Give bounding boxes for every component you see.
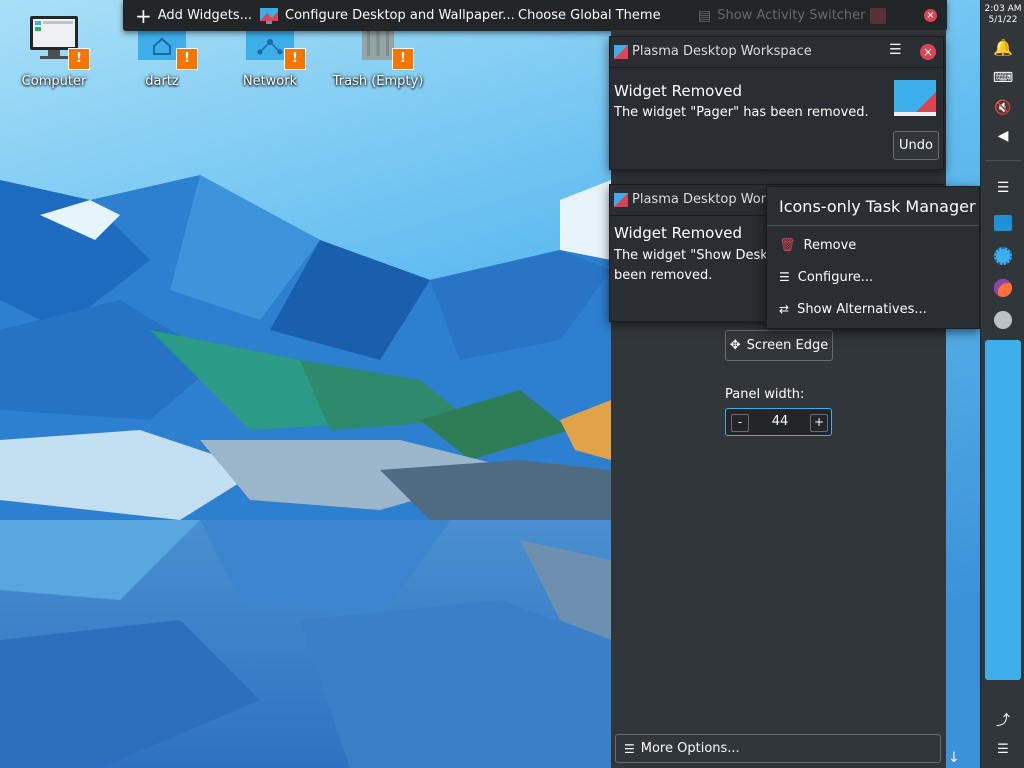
clock-time: 2:03 AM [984,4,1022,14]
menu-divider [767,225,979,226]
wallpaper-thumbnail-icon [894,80,936,116]
desktop-icon-label: Computer [21,74,87,89]
clock-date: 5/1/22 [988,15,1018,25]
keyboard-icon[interactable]: ⌨ [981,70,1024,86]
move-icon: ✥ [729,338,741,353]
warning-badge-icon: ! [284,48,306,70]
resize-handle-icon[interactable]: ↓ [948,750,960,766]
warning-badge-icon: ! [68,48,90,70]
screen-edge-button[interactable]: ✥ Screen Edge [725,330,833,361]
global-theme-button[interactable]: Choose Global Theme... [512,0,660,31]
trash-icon: 🗑 [779,237,796,253]
context-menu-title: Icons-only Task Manager [779,197,976,216]
desktop-icon-label: dartz [145,74,179,89]
right-panel: 2:03 AM 5/1/22 🔔 ⌨ 🔇 ◀ ☰ ⤴ ☰ [980,0,1024,768]
notification-title: Widget Removed [614,82,742,100]
menu-item-label: Configure... [797,269,874,285]
panel-divider [985,160,1021,161]
plasma-app-icon [614,193,628,207]
notifications-bell-icon[interactable]: 🔔 [981,38,1024,57]
menu-item-label: Show Alternatives... [797,301,927,317]
warning-badge-icon: ! [392,48,414,70]
toolbar-extra-icon [870,0,886,31]
notification-widget-removed: Plasma Desktop Workspace ☰ × Widget Remo… [609,36,944,170]
menu-item-configure[interactable]: ☰ Configure... [767,263,979,291]
expand-tray-icon[interactable]: ◀ [981,128,1024,144]
desktop-icon-label: Network [242,74,298,89]
settings-sliders-icon: ☰ [624,741,635,756]
notification-body: The widget "Pager" has been removed. [614,105,869,120]
digital-clock[interactable]: 2:03 AM 5/1/22 [981,4,1024,26]
panel-settings-icon[interactable]: ☰ [981,180,1024,196]
desktop-icon-computer[interactable]: ! Computer [4,12,104,89]
close-toolbar-button[interactable]: × [924,0,937,31]
decrease-button[interactable]: - [731,414,749,432]
notification-title: Widget Removed [614,224,742,242]
notification-settings-icon[interactable]: ☰ [889,42,902,58]
more-options-button[interactable]: ☰ More Options... [615,734,941,763]
notification-app-name: Plasma Desktop Workspace [632,44,812,59]
add-widgets-label: Add Widgets... [157,8,253,23]
menu-item-show-alternatives[interactable]: ⇄ Show Alternatives... [767,295,979,323]
panel-resize-area[interactable] [985,340,1021,680]
add-widgets-button[interactable]: + Add Widgets... [135,0,252,31]
configure-desktop-label: Configure Desktop and Wallpaper... [285,8,515,23]
notification-header: Plasma Desktop Workspace ☰ × [610,37,943,68]
more-options-label: More Options... [640,741,740,756]
activities-icon: ▤ [698,7,712,24]
panel-width-spinbox[interactable]: - 44 + [725,408,832,436]
wallpaper-settings-icon [260,7,278,24]
global-theme-label: Choose Global Theme... [518,8,660,23]
configure-icon: ☰ [779,270,790,284]
file-manager-icon[interactable] [981,215,1024,231]
plus-icon: + [135,3,152,28]
computer-icon: ! [28,12,90,70]
volume-muted-icon[interactable]: 🔇 [981,100,1024,116]
panel-width-label: Panel width: [725,387,805,402]
drag-handle-icon[interactable]: ⤴ [981,710,1024,730]
close-icon[interactable]: × [920,44,936,60]
system-settings-icon[interactable] [981,247,1024,265]
screen-edge-label: Screen Edge [746,338,829,353]
plasma-app-icon [614,45,628,59]
firefox-icon[interactable] [981,279,1024,297]
panel-width-value[interactable]: 44 [766,414,794,429]
warning-badge-icon: ! [176,48,198,70]
task-manager-context-menu: Icons-only Task Manager 🗑 Remove ☰ Confi… [766,186,980,329]
menu-item-label: Remove [803,237,857,253]
configure-desktop-button[interactable]: Configure Desktop and Wallpaper... [259,0,515,31]
alternatives-icon: ⇄ [779,302,790,316]
close-icon: × [924,9,937,22]
activity-switcher-label: Show Activity Switcher [717,8,866,23]
increase-button[interactable]: + [810,414,828,432]
panel-options-icon[interactable]: ☰ [981,742,1024,757]
menu-item-remove[interactable]: 🗑 Remove [767,231,979,259]
activity-switcher-button[interactable]: ▤ Show Activity Switcher [698,0,866,31]
desktop-edit-toolbar: + Add Widgets... Configure Desktop and W… [123,0,947,31]
undo-button[interactable]: Undo [893,131,939,160]
desktop-icon-label: Trash (Empty) [332,74,424,89]
app-launcher-icon[interactable] [981,311,1024,329]
